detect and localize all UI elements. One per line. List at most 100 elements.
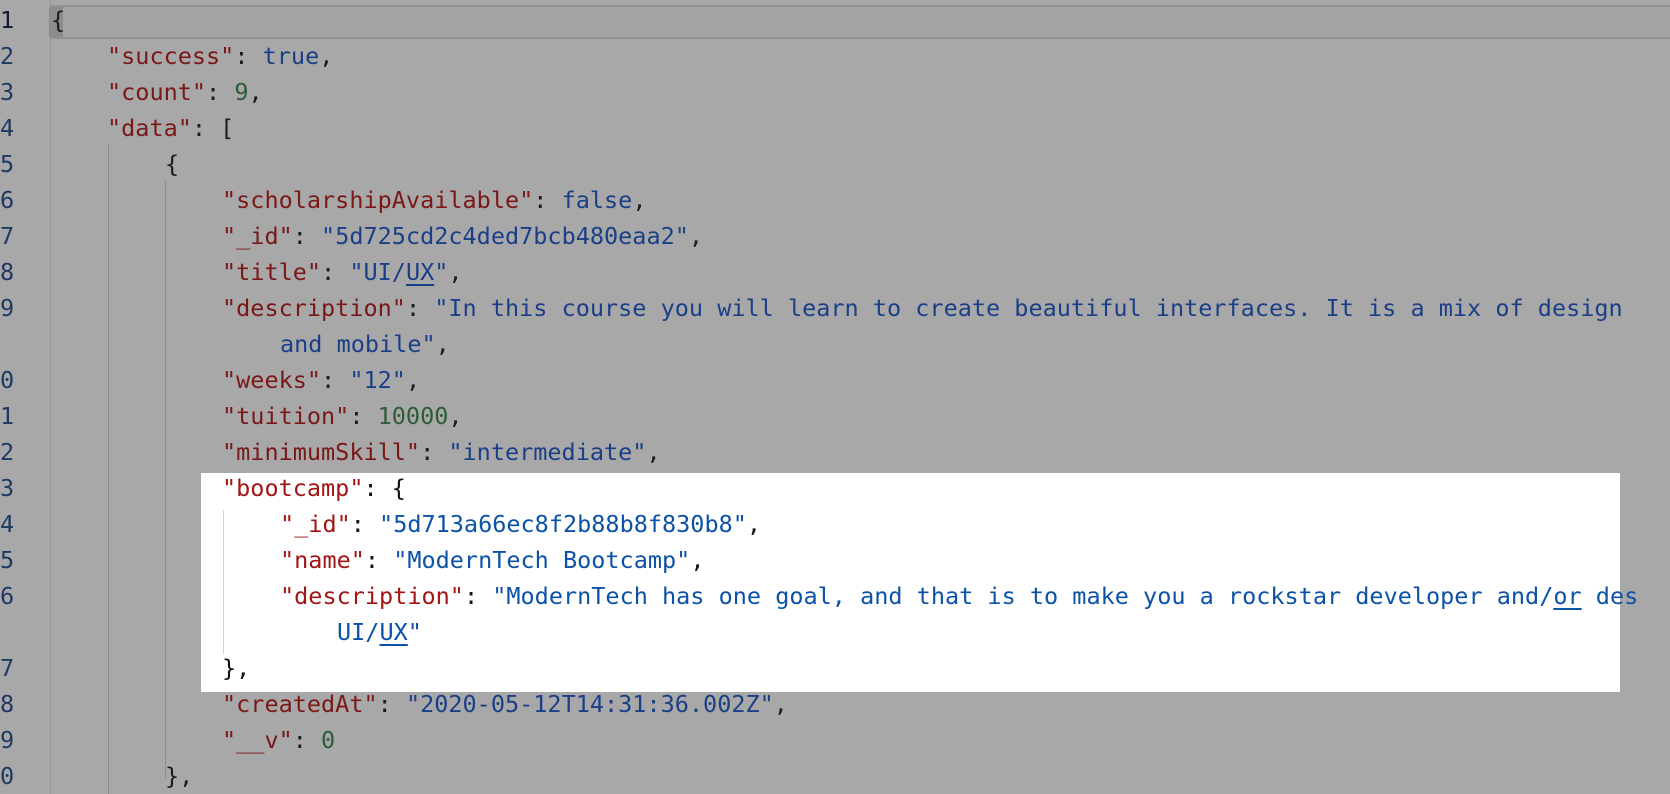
token-p: , (746, 510, 762, 538)
token-key: "_id" (280, 510, 351, 538)
token-p: : (364, 546, 394, 574)
line-number: 9 (0, 726, 15, 754)
line-number: 3 (0, 78, 15, 106)
line-number: 7 (0, 654, 15, 682)
token-p: : (350, 510, 380, 538)
token-p: }, (222, 654, 251, 682)
token-key: "scholarshipAvailable" (222, 186, 534, 214)
token-p: : [ (191, 114, 235, 142)
token-key: "weeks" (222, 366, 322, 394)
link-token[interactable]: UX (406, 258, 434, 286)
code-line: "bootcamp": { (222, 470, 406, 506)
token-str: " (407, 618, 422, 646)
code-line: { (51, 2, 65, 38)
code-line: "name": "ModernTech Bootcamp", (280, 542, 704, 578)
code-line: "__v": 0 (222, 722, 335, 758)
token-key: "description" (222, 294, 406, 322)
token-p: , (448, 402, 463, 430)
link-token[interactable]: or (1553, 582, 1581, 610)
gutter-divider (50, 0, 51, 794)
token-p: , (688, 222, 704, 250)
code-line: }, (222, 650, 250, 686)
code-line: "tuition": 10000, (222, 398, 463, 434)
token-p: : (420, 438, 449, 466)
code-line: UI/UX" (337, 614, 422, 650)
line-number: 3 (0, 474, 15, 502)
token-key: "tuition" (222, 402, 350, 430)
line-number: 0 (0, 762, 15, 790)
token-str: "ModernTech Bootcamp" (393, 546, 691, 574)
line-number: 2 (0, 42, 15, 70)
line-number: 0 (0, 366, 15, 394)
code-line: "createdAt": "2020-05-12T14:31:36.002Z", (222, 686, 788, 722)
token-p: { (51, 6, 66, 34)
token-str: and mobile" (280, 330, 436, 358)
token-p: , (773, 690, 788, 718)
code-line: "count": 9, (107, 74, 263, 110)
line-number: 4 (0, 510, 15, 538)
token-str: "5d713a66ec8f2b88b8f830b8" (379, 510, 747, 538)
token-p: , (319, 42, 334, 70)
token-p: , (690, 546, 705, 574)
token-p: : (349, 402, 378, 430)
line-number: 8 (0, 258, 15, 286)
token-p: { (165, 150, 180, 178)
json-viewer[interactable]: 12345678901234567890 {"success": true, "c… (0, 0, 1670, 794)
token-key: "count" (107, 78, 207, 106)
token-p: , (632, 186, 647, 214)
token-num: 10000 (377, 402, 449, 430)
token-str: "2020-05-12T14:31:36.002Z" (405, 690, 774, 718)
token-str: "intermediate" (448, 438, 647, 466)
line-number: 4 (0, 114, 15, 142)
link-token[interactable]: UX (379, 618, 407, 646)
token-p: : (377, 690, 406, 718)
token-str: " (434, 258, 449, 286)
token-num: 9 (234, 78, 249, 106)
code-line: "minimumSkill": "intermediate", (222, 434, 661, 470)
indent-guide (223, 510, 224, 654)
token-key: "__v" (222, 726, 293, 754)
token-str: des (1581, 582, 1639, 610)
token-num: 0 (321, 726, 336, 754)
code-line: "data": [ (107, 110, 234, 146)
token-key: "success" (107, 42, 235, 70)
token-p: : (533, 186, 562, 214)
code-line: "description": "In this course you will … (222, 290, 1623, 326)
token-p: : (292, 726, 322, 754)
token-str: "In this course you will learn to create… (434, 294, 1623, 322)
line-number: 7 (0, 222, 15, 250)
code-line: and mobile", (280, 326, 450, 362)
token-str: "UI/ (349, 258, 406, 286)
token-p: : (234, 42, 263, 70)
token-str: "12" (349, 366, 406, 394)
token-p: , (646, 438, 661, 466)
code-line: "description": "ModernTech has one goal,… (280, 578, 1638, 614)
indent-guide (108, 144, 109, 794)
code-line: "success": true, (107, 38, 333, 74)
token-key: "createdAt" (222, 690, 378, 718)
token-p: : (206, 78, 235, 106)
token-str: UI/ (337, 618, 380, 646)
token-key: "data" (107, 114, 192, 142)
token-p: : (321, 258, 350, 286)
current-line-highlight (50, 5, 1670, 39)
line-number: 1 (0, 6, 15, 34)
code-line: "title": "UI/UX", (222, 254, 463, 290)
line-number: 8 (0, 690, 15, 718)
line-number: 1 (0, 402, 15, 430)
indent-guide (165, 180, 166, 778)
token-key: "_id" (222, 222, 293, 250)
line-number: 6 (0, 582, 15, 610)
token-p: : (292, 222, 322, 250)
token-key: "description" (280, 582, 464, 610)
code-line: "weeks": "12", (222, 362, 420, 398)
token-p: : (405, 294, 435, 322)
token-p: , (405, 366, 421, 394)
token-p: , (248, 78, 263, 106)
token-p: : (463, 582, 493, 610)
token-p: : (321, 366, 350, 394)
token-str: "ModernTech has one goal, and that is to… (492, 582, 1554, 610)
code-line: "_id": "5d713a66ec8f2b88b8f830b8", (280, 506, 761, 542)
code-line: "_id": "5d725cd2c4ded7bcb480eaa2", (222, 218, 703, 254)
token-key: "name" (280, 546, 365, 574)
